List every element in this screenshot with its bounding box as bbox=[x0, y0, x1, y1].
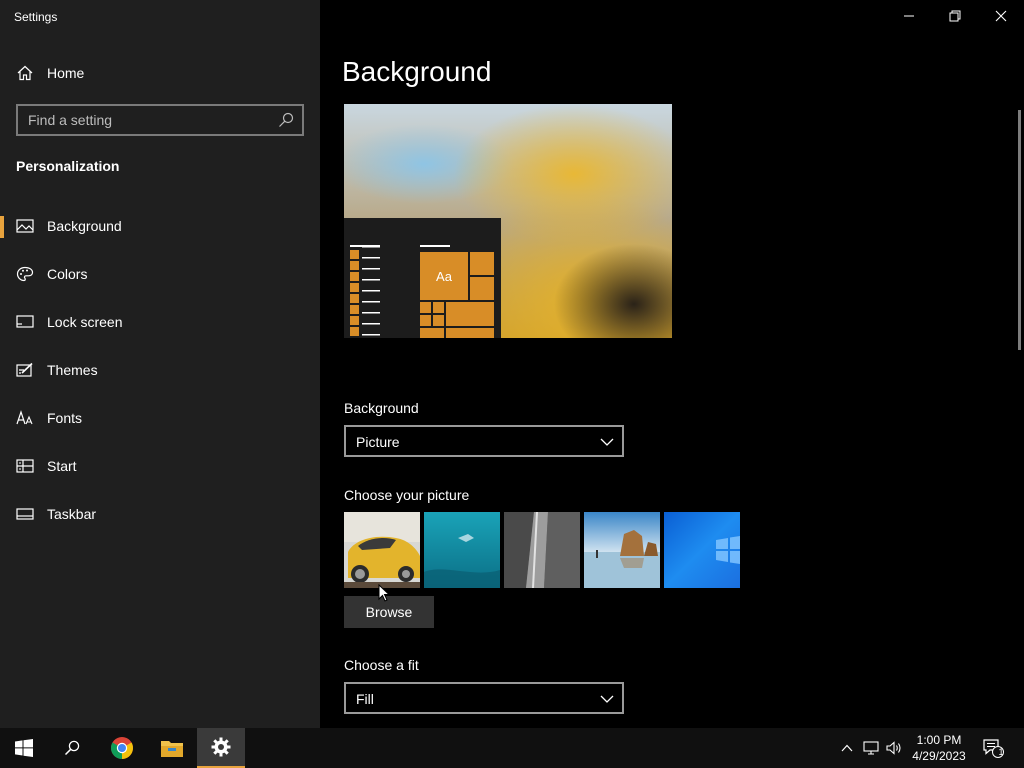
preview-tile bbox=[420, 328, 444, 338]
chevron-up-icon bbox=[841, 744, 853, 752]
taskbar: 1:00 PM 4/29/2023 1 bbox=[0, 728, 1024, 768]
sidebar-item-label: Taskbar bbox=[47, 506, 97, 522]
chrome-taskbar-button[interactable] bbox=[98, 728, 146, 768]
search-button[interactable] bbox=[48, 728, 96, 768]
home-label: Home bbox=[47, 65, 85, 81]
minimize-button[interactable] bbox=[886, 0, 932, 32]
background-dropdown[interactable]: Picture bbox=[344, 425, 624, 457]
start-icon bbox=[16, 458, 34, 474]
close-icon bbox=[995, 10, 1007, 22]
preview-tile bbox=[420, 315, 431, 326]
scrollbar[interactable] bbox=[1018, 110, 1021, 350]
start-menu-preview: Aa bbox=[344, 218, 501, 338]
search-icon bbox=[64, 740, 80, 756]
volume-icon bbox=[886, 741, 901, 755]
notification-count: 1 bbox=[998, 747, 1004, 757]
restore-icon bbox=[949, 10, 961, 22]
mouse-cursor-icon bbox=[378, 583, 391, 607]
picture-thumb-beach-rocks[interactable] bbox=[584, 512, 660, 588]
sidebar: Settings Home Personalization Background… bbox=[0, 0, 320, 728]
search-icon[interactable] bbox=[278, 112, 294, 128]
preview-tile bbox=[433, 302, 444, 313]
lock-screen-icon bbox=[16, 314, 34, 330]
background-preview: Aa bbox=[344, 104, 672, 338]
picture-thumb-underwater-swimmer[interactable] bbox=[424, 512, 500, 588]
fit-dropdown-value: Fill bbox=[356, 691, 374, 707]
themes-icon bbox=[16, 362, 34, 378]
close-button[interactable] bbox=[978, 0, 1024, 32]
preview-app-lines bbox=[362, 246, 380, 338]
clock-time: 1:00 PM bbox=[916, 733, 962, 747]
folder-icon bbox=[161, 741, 183, 757]
chrome-icon bbox=[111, 737, 133, 759]
sidebar-item-label: Colors bbox=[47, 266, 88, 282]
preview-tile bbox=[433, 315, 444, 326]
sidebar-item-lock-screen[interactable]: Lock screen bbox=[0, 302, 320, 342]
preview-tile bbox=[470, 277, 494, 300]
preview-tile bbox=[446, 302, 494, 326]
sidebar-item-taskbar[interactable]: Taskbar bbox=[0, 494, 320, 534]
app-title: Settings bbox=[14, 10, 58, 24]
section-title: Personalization bbox=[16, 158, 120, 174]
volume-tray-button[interactable] bbox=[883, 728, 905, 768]
network-icon bbox=[863, 741, 879, 755]
preview-app-list bbox=[350, 250, 359, 338]
palette-icon bbox=[16, 266, 34, 282]
sidebar-item-fonts[interactable]: Fonts bbox=[0, 398, 320, 438]
sidebar-item-themes[interactable]: Themes bbox=[0, 350, 320, 390]
picture-thumb-windows-logo[interactable] bbox=[664, 512, 740, 588]
preview-tile-aa: Aa bbox=[420, 252, 468, 300]
settings-taskbar-button[interactable] bbox=[197, 728, 245, 768]
taskbar-clock[interactable]: 1:00 PM 4/29/2023 bbox=[904, 732, 974, 764]
network-tray-button[interactable] bbox=[860, 728, 882, 768]
picture-thumb-yellow-car[interactable] bbox=[344, 512, 420, 588]
clock-date: 4/29/2023 bbox=[912, 749, 966, 763]
background-dropdown-value: Picture bbox=[356, 434, 400, 450]
sidebar-item-label: Lock screen bbox=[47, 314, 123, 330]
sidebar-item-start[interactable]: Start bbox=[0, 446, 320, 486]
sidebar-item-label: Start bbox=[47, 458, 77, 474]
chevron-down-icon bbox=[600, 692, 614, 706]
home-icon bbox=[17, 65, 33, 81]
preview-tile bbox=[446, 328, 494, 338]
preview-line bbox=[420, 245, 450, 247]
gear-icon bbox=[211, 737, 231, 757]
background-label: Background bbox=[344, 400, 419, 416]
picture-icon bbox=[16, 218, 34, 234]
restore-button[interactable] bbox=[932, 0, 978, 32]
search-box[interactable] bbox=[16, 104, 304, 136]
search-input[interactable] bbox=[18, 106, 274, 134]
sidebar-item-label: Background bbox=[47, 218, 122, 234]
preview-tile bbox=[470, 252, 494, 275]
minimize-icon bbox=[904, 15, 914, 17]
taskbar-icon bbox=[16, 506, 34, 522]
action-center-button[interactable]: 1 bbox=[980, 728, 1006, 768]
fit-dropdown[interactable]: Fill bbox=[344, 682, 624, 714]
sidebar-item-label: Themes bbox=[47, 362, 98, 378]
start-button[interactable] bbox=[0, 728, 48, 768]
show-hidden-icons-button[interactable] bbox=[836, 728, 858, 768]
home-link[interactable]: Home bbox=[0, 58, 320, 88]
sidebar-item-colors[interactable]: Colors bbox=[0, 254, 320, 294]
active-indicator bbox=[0, 216, 4, 238]
page-title: Background bbox=[342, 56, 492, 87]
picture-thumb-rock-cliff[interactable] bbox=[504, 512, 580, 588]
windows-icon bbox=[15, 739, 33, 757]
choose-fit-label: Choose a fit bbox=[344, 657, 419, 673]
fonts-icon bbox=[16, 410, 34, 426]
file-explorer-taskbar-button[interactable] bbox=[148, 728, 196, 768]
choose-picture-label: Choose your picture bbox=[344, 487, 470, 503]
preview-tile bbox=[420, 302, 431, 313]
sidebar-item-label: Fonts bbox=[47, 410, 83, 426]
preview-tiles: Aa bbox=[420, 252, 494, 338]
sidebar-item-background[interactable]: Background bbox=[0, 206, 320, 246]
chevron-down-icon bbox=[600, 435, 614, 449]
